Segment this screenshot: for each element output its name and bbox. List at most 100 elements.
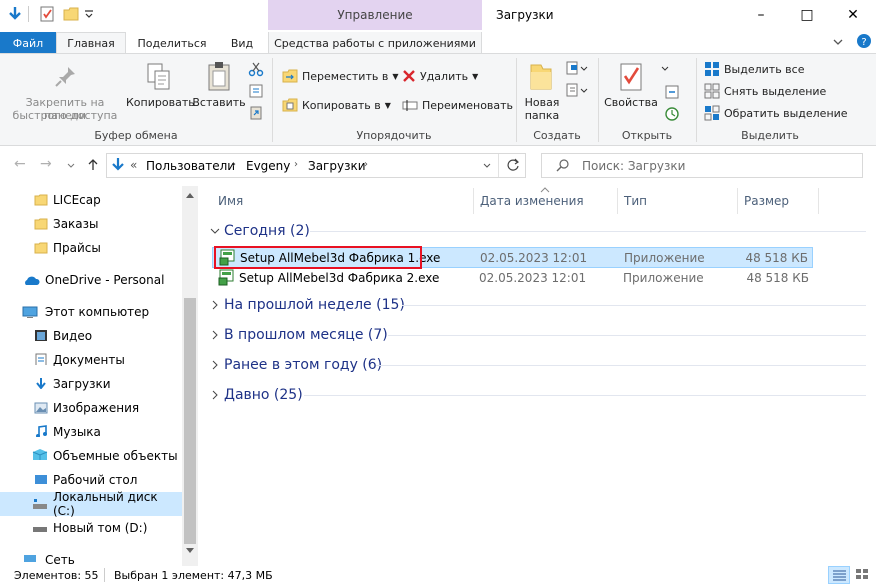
nav-item-3d-objects[interactable]: Объемные объекты (0, 444, 182, 468)
column-header-name[interactable]: Имя (218, 194, 243, 208)
delete-button[interactable]: Удалить ▼ (402, 66, 478, 86)
nav-item-downloads[interactable]: Загрузки (0, 372, 182, 396)
refresh-icon[interactable] (506, 158, 520, 172)
breadcrumb-separator-icon[interactable]: › (232, 159, 236, 170)
nav-item-videos[interactable]: Видео (0, 324, 182, 348)
folder-icon (34, 242, 48, 254)
tiles-view-button[interactable] (852, 566, 874, 584)
breadcrumb-users[interactable]: Пользователи (146, 159, 235, 173)
column-header-type[interactable]: Тип (624, 194, 647, 208)
nav-item-onedrive[interactable]: OneDrive - Personal (0, 268, 182, 292)
easy-access-icon[interactable] (566, 82, 588, 98)
group-expand-chevron-icon (212, 390, 218, 400)
nav-item-new-volume-d[interactable]: Новый том (D:) (0, 516, 182, 540)
column-separator[interactable] (818, 188, 819, 214)
address-history-chevron-icon[interactable] (482, 161, 492, 171)
copy-path-icon[interactable] (248, 83, 264, 99)
new-item-icon[interactable] (566, 60, 588, 76)
file-row[interactable]: Setup AllMebel3d Фабрика 2.exe 02.05.202… (212, 268, 813, 289)
scroll-up-icon[interactable] (186, 192, 194, 198)
forward-button[interactable]: → (40, 156, 52, 172)
group-header-last-week[interactable]: На прошлой неделе (15) (210, 297, 405, 313)
nav-item-licecap[interactable]: LICEcap (0, 188, 182, 212)
group-label-select: Выделить (741, 129, 799, 142)
back-button[interactable]: ← (14, 156, 26, 172)
column-header-date-modified[interactable]: Дата изменения (480, 194, 584, 208)
nav-item-pictures[interactable]: Изображения (0, 396, 182, 420)
copy-button[interactable]: Копировать (126, 58, 195, 118)
group-divider (388, 335, 866, 336)
up-arrow-icon[interactable] (86, 158, 100, 172)
status-divider (104, 568, 105, 582)
group-header-last-month[interactable]: В прошлом месяце (7) (210, 327, 388, 343)
maximize-button[interactable]: □ (784, 0, 830, 30)
copy-to-button[interactable]: Копировать в ▼ (282, 95, 391, 115)
group-header-earlier-this-year[interactable]: Ранее в этом году (6) (210, 357, 382, 373)
tab-home[interactable]: Главная (56, 32, 126, 54)
select-none-button[interactable]: Снять выделение (704, 81, 826, 101)
pin-quick-access-button[interactable]: Закрепить на панели быстрого доступа (4, 58, 126, 126)
group-header-long-ago[interactable]: Давно (25) (210, 387, 303, 403)
close-button[interactable]: ✕ (830, 0, 876, 30)
help-icon[interactable]: ? (856, 33, 872, 49)
properties-label: Свойства (604, 96, 658, 109)
move-to-icon (282, 69, 298, 83)
network-icon (24, 555, 36, 562)
column-separator[interactable] (473, 188, 474, 214)
nav-item-local-disk-c[interactable]: Локальный диск (C:) (0, 490, 182, 518)
nav-item-desktop[interactable]: Рабочий стол (0, 468, 182, 492)
collapse-ribbon-chevron-icon[interactable] (832, 36, 844, 48)
group-label: В прошлом месяце (7) (224, 327, 388, 343)
invert-selection-button[interactable]: Обратить выделение (704, 103, 848, 123)
tab-file[interactable]: Файл (0, 32, 56, 54)
nav-item-this-pc[interactable]: Этот компьютер (0, 300, 182, 324)
group-expand-chevron-icon (212, 300, 218, 310)
forward-arrow-icon: → (40, 156, 52, 172)
nav-item-price-lists[interactable]: Прайсы (0, 236, 182, 260)
breadcrumb-separator-icon[interactable]: › (294, 159, 298, 170)
select-all-button[interactable]: Выделить все (704, 59, 804, 79)
explorer-down-arrow-icon[interactable] (6, 5, 24, 23)
breadcrumb-downloads[interactable]: Загрузки (308, 159, 366, 173)
file-size: 48 518 КБ (746, 271, 809, 285)
move-to-button[interactable]: Переместить в ▼ (282, 66, 399, 86)
column-separator[interactable] (737, 188, 738, 214)
group-expand-chevron-icon (212, 330, 218, 340)
nav-item-music[interactable]: Музыка (0, 420, 182, 444)
breadcrumb-evgeny[interactable]: Evgeny (246, 159, 290, 173)
open-icon[interactable] (664, 84, 680, 100)
nav-item-documents[interactable]: Документы (0, 348, 182, 372)
details-view-button[interactable] (828, 566, 850, 584)
cut-icon[interactable] (248, 61, 264, 77)
tab-share[interactable]: Поделиться (134, 32, 210, 54)
tab-view[interactable]: Вид (222, 32, 262, 54)
breadcrumb-overflow[interactable]: « (130, 158, 137, 172)
new-folder-button[interactable]: Новая папка (520, 58, 564, 126)
properties-dropdown-arrow-icon[interactable] (660, 64, 670, 74)
customize-qa-chevron-icon[interactable] (84, 8, 94, 18)
recent-locations-chevron-icon[interactable] (66, 161, 76, 171)
copy-to-icon (282, 98, 298, 112)
properties-button[interactable]: Свойства (602, 58, 660, 118)
breadcrumb-separator-icon[interactable]: › (364, 159, 368, 170)
nav-item-network[interactable]: Сеть (0, 548, 182, 566)
paste-shortcut-icon[interactable] (248, 104, 264, 120)
column-separator[interactable] (617, 188, 618, 214)
new-folder-quick-icon[interactable] (62, 5, 80, 23)
invert-selection-icon (704, 105, 720, 121)
nav-scrollbar-thumb[interactable] (184, 298, 196, 544)
rename-button[interactable]: Переименовать (402, 95, 513, 115)
tab-application-tools[interactable]: Средства работы с приложениями (268, 32, 482, 54)
group-label: На прошлой неделе (15) (224, 297, 405, 313)
column-header-size[interactable]: Размер (744, 194, 789, 208)
minimize-button[interactable]: – (738, 0, 784, 30)
properties-quick-icon[interactable] (38, 5, 56, 23)
cloud-icon (25, 276, 40, 285)
scroll-down-icon[interactable] (186, 548, 194, 554)
group-label: Ранее в этом году (6) (224, 357, 383, 373)
group-label-open: Открыть (621, 129, 673, 142)
group-header-today[interactable]: Сегодня (2) (210, 223, 310, 239)
history-icon[interactable] (664, 106, 680, 122)
nav-item-orders[interactable]: Заказы (0, 212, 182, 236)
paste-button[interactable]: Вставить (192, 58, 246, 118)
